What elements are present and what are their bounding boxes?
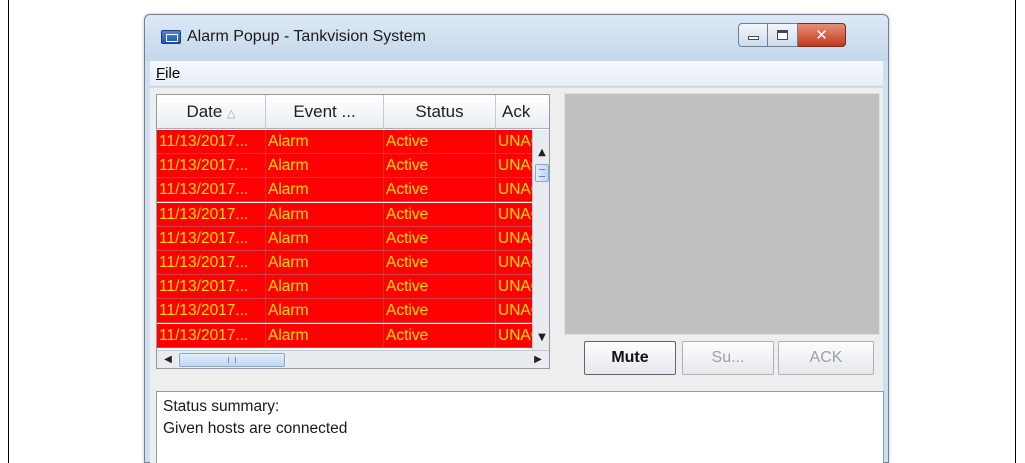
scroll-left-icon[interactable]: ◀ (160, 352, 176, 368)
cell-ack: UNAC (496, 250, 533, 275)
status-summary-text: Given hosts are connected (163, 420, 348, 437)
cell-status: Active (384, 299, 496, 324)
table-row[interactable]: 11/13/2017... Alarm Active UNAC (157, 299, 533, 324)
scroll-right-icon[interactable]: ▶ (530, 352, 546, 368)
frame-border-right (1015, 0, 1016, 463)
cell-event: Alarm (266, 154, 384, 179)
column-header-status[interactable]: Status (384, 95, 496, 129)
cell-status: Active (384, 226, 496, 251)
cell-status: Active (384, 130, 496, 154)
cell-ack: UNAC (496, 323, 533, 348)
table-row[interactable]: 11/13/2017... Alarm Active UNAC (157, 323, 533, 348)
minimize-button[interactable] (738, 23, 768, 47)
table-body: 11/13/2017... Alarm Active UNAC 11/13/20… (157, 130, 533, 350)
table-row[interactable]: 11/13/2017... Alarm Active UNAC (157, 275, 533, 300)
status-summary-box: Status summary: Given hosts are connecte… (156, 391, 884, 463)
vertical-scrollbar[interactable]: ▲ ▼ (532, 130, 549, 350)
cell-date: 11/13/2017... (157, 299, 266, 324)
cell-date: 11/13/2017... (157, 226, 266, 251)
cell-status: Active (384, 154, 496, 179)
alarm-detail-panel (564, 93, 880, 335)
cell-date: 11/13/2017... (157, 154, 266, 179)
cell-ack: UNAC (496, 275, 533, 300)
client-area: Date △ Event ... Status Ack 11/13/2017..… (150, 88, 884, 463)
cell-status: Active (384, 275, 496, 300)
cell-ack: UNAC (496, 202, 533, 227)
cell-ack: UNAC (496, 130, 533, 154)
cell-status: Active (384, 178, 496, 203)
table-row[interactable]: 11/13/2017... Alarm Active UNAC (157, 130, 533, 154)
cell-ack: UNAC (496, 178, 533, 203)
column-header-ack[interactable]: Ack (496, 95, 549, 129)
table-row[interactable]: 11/13/2017... Alarm Active UNAC (157, 178, 533, 203)
menu-bar: File (150, 61, 883, 87)
maximize-icon (777, 30, 788, 40)
title-bar[interactable]: Alarm Popup - Tankvision System ✕ (145, 15, 888, 61)
column-header-date[interactable]: Date △ (157, 95, 266, 129)
cell-date: 11/13/2017... (157, 323, 266, 348)
cell-date: 11/13/2017... (157, 178, 266, 203)
caption-buttons: ✕ (738, 23, 846, 47)
minimize-icon (748, 36, 759, 40)
table-header: Date △ Event ... Status Ack (157, 95, 549, 129)
suppress-button[interactable]: Su... (682, 341, 774, 375)
cell-event: Alarm (266, 178, 384, 203)
cell-ack: UNAC (496, 154, 533, 179)
alarm-popup-window: Alarm Popup - Tankvision System ✕ File D… (144, 14, 889, 463)
horizontal-scrollbar[interactable]: ◀ ▶ (157, 350, 549, 368)
horizontal-scroll-thumb[interactable] (179, 353, 285, 367)
vertical-scroll-thumb[interactable] (535, 164, 549, 182)
cell-date: 11/13/2017... (157, 275, 266, 300)
table-row[interactable]: 11/13/2017... Alarm Active UNAC (157, 154, 533, 179)
cell-event: Alarm (266, 202, 384, 227)
cell-ack: UNAC (496, 299, 533, 324)
cell-date: 11/13/2017... (157, 202, 266, 227)
cell-event: Alarm (266, 250, 384, 275)
menu-file-label: File (156, 65, 181, 82)
cell-status: Active (384, 323, 496, 348)
cell-event: Alarm (266, 226, 384, 251)
cell-event: Alarm (266, 275, 384, 300)
cell-status: Active (384, 250, 496, 275)
close-icon: ✕ (815, 26, 828, 44)
ack-button[interactable]: ACK (778, 341, 874, 375)
maximize-button[interactable] (768, 23, 798, 47)
sort-indicator-icon: △ (227, 108, 236, 120)
scroll-down-icon[interactable]: ▼ (534, 329, 549, 346)
cell-event: Alarm (266, 323, 384, 348)
table-row[interactable]: 11/13/2017... Alarm Active UNAC (157, 202, 533, 227)
cell-date: 11/13/2017... (157, 130, 266, 154)
menu-file[interactable]: File (156, 65, 180, 82)
cell-event: Alarm (266, 299, 384, 324)
column-header-event[interactable]: Event ... (266, 95, 384, 129)
status-summary-label: Status summary: (163, 398, 280, 415)
cell-date: 11/13/2017... (157, 250, 266, 275)
cell-status: Active (384, 202, 496, 227)
table-row[interactable]: 11/13/2017... Alarm Active UNAC (157, 250, 533, 275)
cell-ack: UNAC (496, 226, 533, 251)
window-title: Alarm Popup - Tankvision System (187, 28, 426, 45)
scroll-up-icon[interactable]: ▲ (534, 144, 549, 161)
alarm-table: Date △ Event ... Status Ack 11/13/2017..… (156, 94, 550, 369)
cell-event: Alarm (266, 130, 384, 154)
mute-button[interactable]: Mute (584, 341, 676, 375)
frame-border-left (8, 0, 9, 463)
table-row[interactable]: 11/13/2017... Alarm Active UNAC (157, 226, 533, 251)
app-icon (161, 30, 181, 44)
close-button[interactable]: ✕ (798, 23, 846, 47)
